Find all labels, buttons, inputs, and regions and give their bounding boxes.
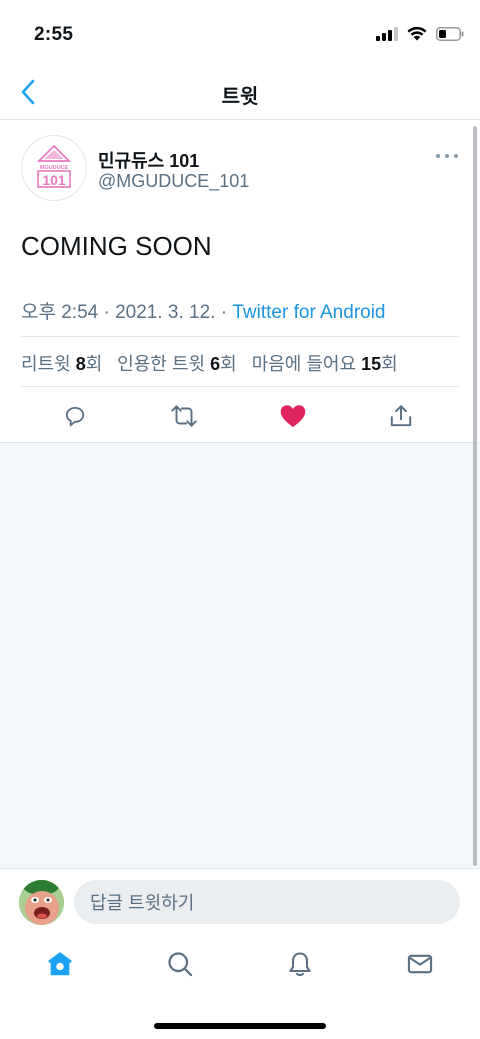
notifications-icon (289, 952, 311, 977)
likes-count: 15 (361, 354, 382, 374)
logo-text-bottom: 101 (42, 172, 66, 188)
tweet-stats: 리트윗 8회 인용한 트윗 6회 마음에 들어요 15회 (21, 350, 398, 376)
status-bar: 2:55 (0, 0, 480, 64)
cellular-signal-icon (376, 26, 398, 41)
reply-bar: 답글 트윗하기 (0, 868, 480, 934)
tweet-detail: MGUDUCE 101 민규듀스 101 @MGUDUCE_101 COMING… (0, 121, 480, 443)
divider (21, 386, 459, 387)
heart-filled-icon (280, 405, 306, 428)
quotes-count: 6 (210, 354, 221, 374)
meta-separator: · (215, 302, 233, 323)
reply-icon (65, 406, 85, 427)
like-button[interactable] (276, 399, 310, 433)
tab-search[interactable] (164, 948, 196, 980)
share-button[interactable] (384, 399, 418, 433)
dot-icon (454, 154, 458, 158)
home-indicator[interactable] (154, 1023, 326, 1029)
retweet-button[interactable] (167, 399, 201, 433)
tweet-text: COMING SOON (21, 231, 212, 261)
retweets-stat[interactable]: 리트윗 8회 (21, 354, 102, 374)
user-avatar[interactable] (19, 880, 64, 925)
status-time: 2:55 (34, 24, 74, 45)
dot-icon (436, 154, 440, 158)
tab-home[interactable] (44, 948, 76, 980)
retweets-count: 8 (75, 354, 86, 374)
meta-separator: · (98, 302, 116, 323)
user-avatar-image (19, 880, 64, 925)
page-title: 트윗 (221, 86, 259, 108)
share-icon (390, 405, 412, 427)
reply-button[interactable] (58, 399, 92, 433)
tweet-meta: 오후 2:54 · 2021. 3. 12. · Twitter for And… (21, 297, 386, 324)
tab-bar (0, 934, 480, 996)
messages-icon (407, 954, 433, 974)
home-icon (48, 952, 72, 976)
tweet-source-link[interactable]: Twitter for Android (232, 302, 385, 323)
logo-text-top: MGUDUCE (40, 165, 69, 171)
tab-notifications[interactable] (284, 948, 316, 980)
tweet-actions (0, 399, 480, 433)
author-handle[interactable]: @MGUDUCE_101 (98, 171, 249, 192)
retweet-icon (171, 405, 197, 427)
author-display-name[interactable]: 민규듀스 101 (98, 147, 199, 173)
quotes-stat[interactable]: 인용한 트윗 6회 (117, 354, 236, 374)
wifi-icon (407, 26, 427, 41)
tweet-date: 2021. 3. 12. (115, 302, 216, 323)
divider (21, 336, 459, 337)
nav-bar: 트윗 (0, 64, 480, 120)
search-icon (168, 952, 193, 977)
more-options-button[interactable] (436, 151, 458, 161)
tweet-time: 오후 2:54 (21, 302, 99, 323)
status-icons (376, 26, 464, 41)
empty-replies-area (0, 443, 480, 869)
scrollbar[interactable] (473, 126, 477, 866)
tab-messages[interactable] (404, 948, 436, 980)
dot-icon (445, 154, 449, 158)
reply-input[interactable]: 답글 트윗하기 (74, 880, 460, 924)
battery-icon (436, 26, 464, 41)
author-avatar[interactable]: MGUDUCE 101 (21, 135, 87, 201)
mguduce-logo: MGUDUCE 101 (36, 145, 72, 188)
likes-stat[interactable]: 마음에 들어요 15회 (252, 354, 398, 374)
